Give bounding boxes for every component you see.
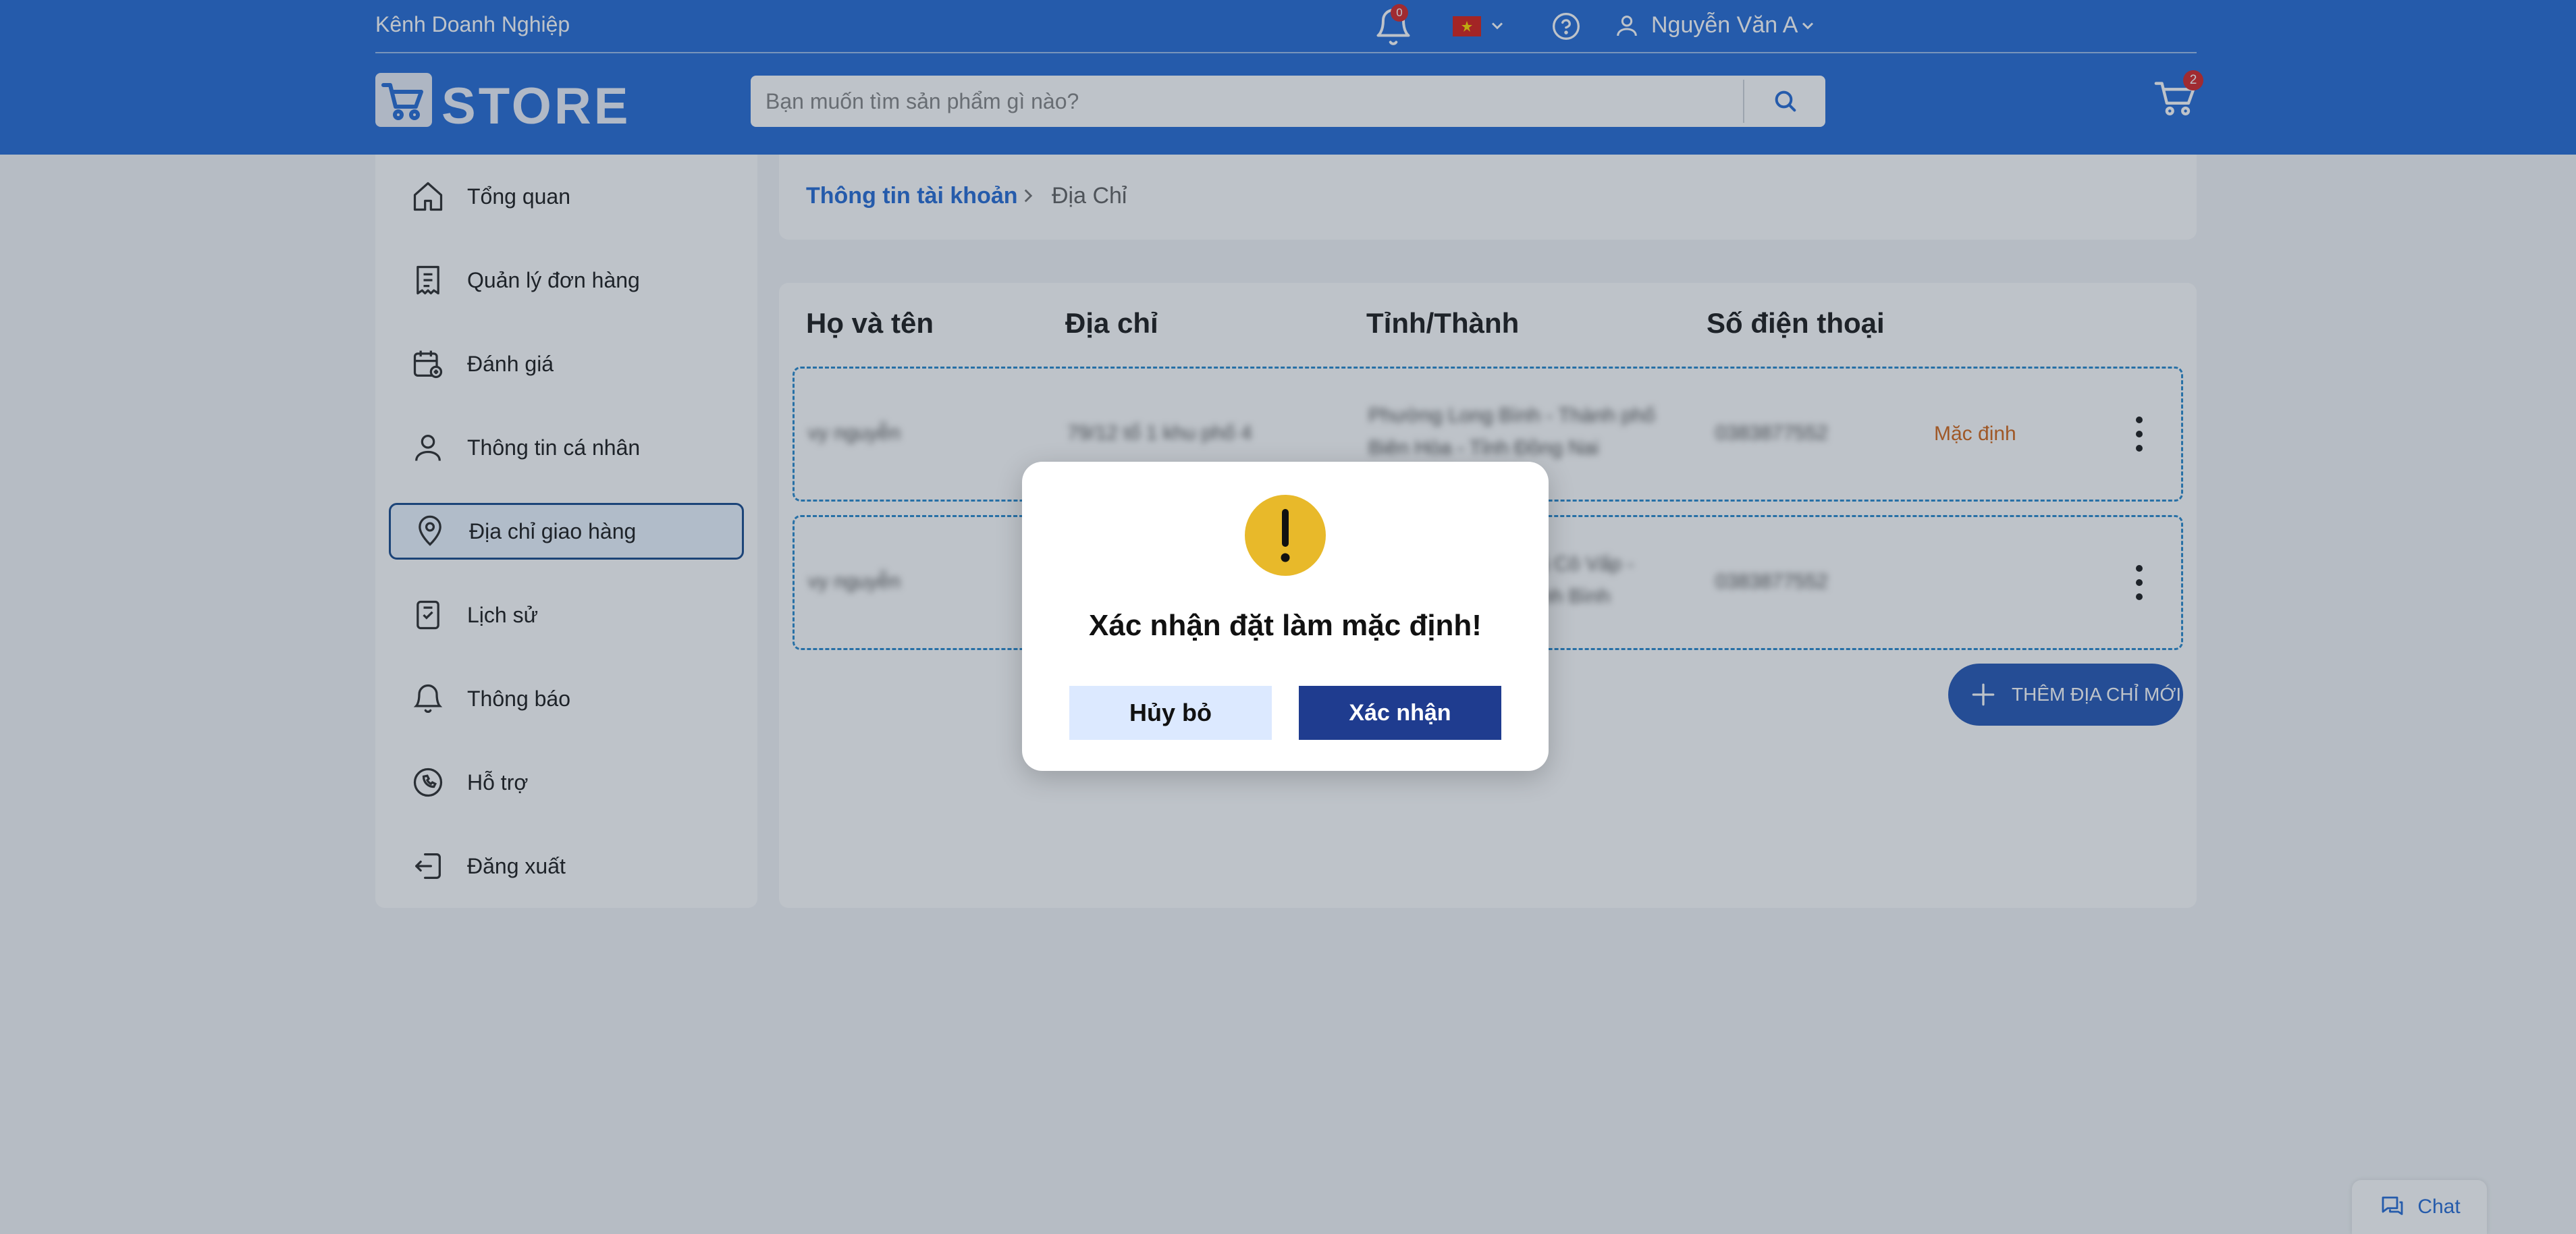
cancel-button[interactable]: Hủy bỏ bbox=[1069, 686, 1272, 740]
confirm-button[interactable]: Xác nhận bbox=[1299, 686, 1501, 740]
confirm-default-dialog: Xác nhận đặt làm mặc định! Hủy bỏ Xác nh… bbox=[1022, 462, 1549, 771]
dialog-title: Xác nhận đặt làm mặc định! bbox=[1089, 609, 1482, 642]
warning-icon bbox=[1244, 494, 1326, 576]
